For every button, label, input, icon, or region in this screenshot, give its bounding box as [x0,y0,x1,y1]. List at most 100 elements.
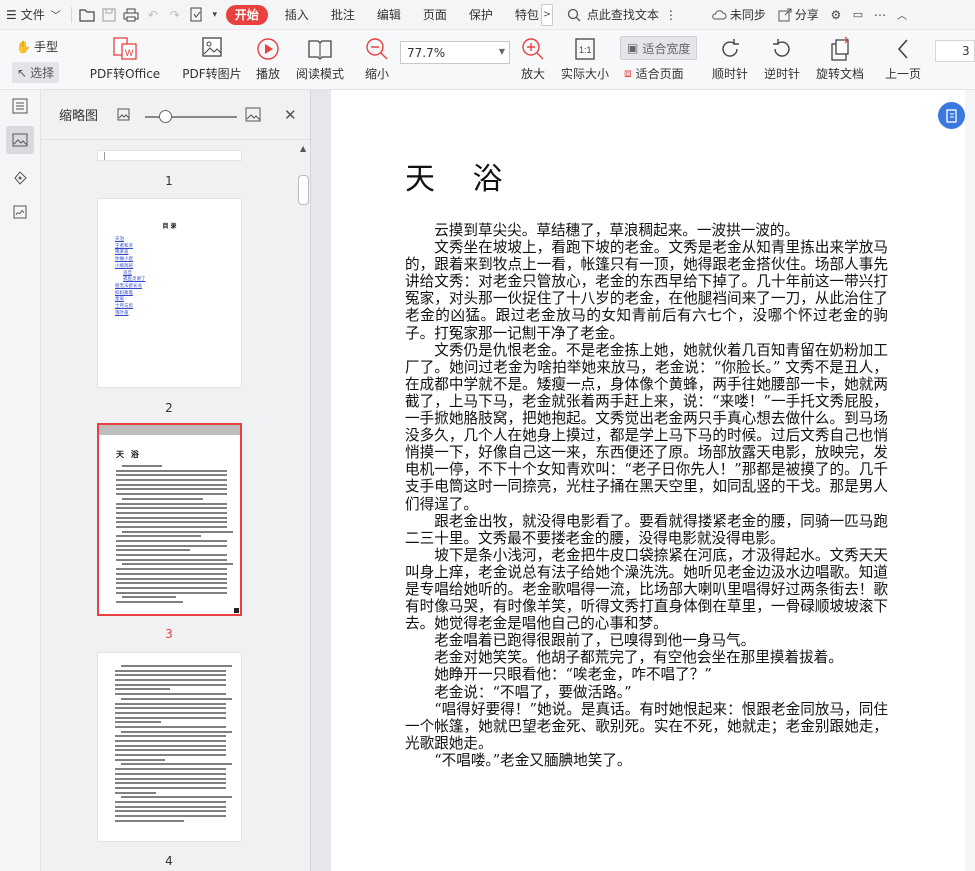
page-number-input[interactable]: 3 [935,40,975,62]
thumb-text-line [115,810,226,813]
gear-icon[interactable]: ⚙ [825,4,847,26]
dropdown-toggle[interactable]: ▾ [208,4,222,26]
zoom-level-select[interactable]: 77.7% ▼ [400,41,510,64]
page-body: 云摸到草尖尖。草结穗了，草浪稠起来。一波拱一波的。 文秀坐在坡坡上，看跑下坡的老… [405,222,888,769]
hand-tool[interactable]: ✋ 手型 [16,38,58,55]
more-tabs-button[interactable]: > [540,3,553,26]
thumb-text-line [116,474,227,477]
thumb-text-line [115,791,156,794]
thumb-text-line [116,516,227,519]
tab-edit[interactable]: 编辑 [366,0,412,30]
thumb-text-line [122,563,233,566]
actual-size-button[interactable]: 1:1 实际大小 [560,36,610,82]
thumbnail-panel-header: 缩略图 ✕ [41,90,310,140]
thumb-text-line [121,697,232,700]
slider-handle[interactable] [159,110,172,123]
outline-icon[interactable] [6,92,34,120]
read-mode-button[interactable]: 阅读模式 [294,36,346,82]
fit-page-button[interactable]: ⧈ 适合页面 [624,65,684,82]
thumb-text-line [116,586,227,589]
side-icon-strip [0,90,41,871]
cursor-arrow-icon: ↖ [17,65,28,80]
paragraph: “不唱喽。”老金又腼腆地笑了。 [434,751,632,769]
minimize-window-icon[interactable]: ▭ [847,4,869,26]
rotate-clockwise-label: 顺时针 [711,67,748,81]
chevron-down-icon: ﹀ [50,11,61,22]
signature-icon[interactable] [6,198,34,226]
thumb-text-line [116,600,183,603]
save-icon[interactable] [98,4,120,26]
thumbnail-view-icon[interactable] [6,126,34,154]
thumb-text-line [115,754,226,757]
rotate-counterclockwise-label: 逆时针 [763,67,800,81]
print-icon[interactable] [120,4,142,26]
redo-icon[interactable]: ↷ [164,4,186,26]
paragraph: 坡下是条小浅河，老金把牛皮口袋捺紧在河底，才汲得起水。文秀天天叫身上痒，老金说总… [405,546,888,633]
document-view[interactable]: 天 浴 云摸到草尖尖。草结穗了，草浪稠起来。一波拱一波的。 文秀坐在坡坡上，看跑… [310,90,975,871]
rotate-counterclockwise-button[interactable]: 逆时针 [763,36,801,82]
search-box-label: 点此查找文本 [586,8,659,22]
toc-entry: 小瓶戏班 [115,263,133,269]
thumbnail-page-3[interactable]: 天 浴 [97,423,242,616]
tab-protect[interactable]: 保护 [458,0,504,30]
pdf-to-image-button[interactable]: PDF转图片 [182,36,242,82]
undo-icon[interactable]: ↶ [142,4,164,26]
rotate-counterclockwise-icon [770,36,794,62]
ribbon-toolbar: ✋ 手型 ↖ 选择 W PDF转Office PDF转图片 播放 阅读模式 缩小… [0,30,975,90]
tab-home[interactable]: 开始 [225,4,268,25]
pdf-to-office-button[interactable]: W PDF转Office [88,36,162,82]
collapse-ribbon-icon[interactable]: ︿ [891,4,913,26]
rotate-clockwise-button[interactable]: 顺时针 [711,36,749,82]
thumb-text-line [115,721,161,724]
bookmark-tag-icon[interactable] [6,164,34,192]
share-button[interactable]: 分享 [772,0,825,30]
floating-convert-button[interactable] [938,102,965,129]
thumb-text-line [116,577,227,580]
rotate-document-button[interactable]: 旋转文档 [814,36,866,82]
toc-entry: 极无法欲长龙 [115,283,142,289]
thumbnail-scrollbar[interactable]: ▲ [297,140,310,871]
thumb-text-line [115,702,226,705]
play-button[interactable]: 播放 [254,36,282,82]
right-edge-panel [965,90,975,871]
paragraph: 老金说：“不唱了，要做活路。” [434,683,632,701]
rotate-document-icon [827,36,853,62]
search-box[interactable]: 点此查找文本 ⋮ [561,0,683,30]
thumb-text-line [115,805,226,808]
thumbnail-page-4[interactable] [97,652,242,842]
previous-page-button[interactable]: 上一页 [883,36,923,82]
fit-page-label: 适合页面 [635,67,684,81]
more-horizontal-icon[interactable]: ⋯ [869,4,891,26]
convert-icon[interactable] [186,4,208,26]
more-vertical-icon[interactable]: ⋮ [665,8,677,22]
open-folder-icon[interactable] [76,4,98,26]
thumbnail-page-2[interactable]: 目 录 天浴 王者和贪 两茅盖 你做小瓷 小瓶戏班 追旦 孤鱼灵谢了 极无法欲长龙 奴妈素着 星泉… [97,198,242,388]
toc-entry: 士月与剪 [115,304,133,310]
tab-special[interactable]: 特包 [504,0,541,30]
scroll-up-icon[interactable]: ▲ [300,144,306,153]
thumb-text-line [121,665,232,667]
thumb-text-line [115,777,226,780]
thumb-text-line [115,674,226,677]
thumb-text-line [116,502,227,505]
book-icon [307,36,333,62]
tab-insert[interactable]: 插入 [274,0,320,30]
thumb-title: 天 浴 [116,449,141,459]
thumb-text-line [115,693,226,696]
tab-comment[interactable]: 批注 [320,0,366,30]
tab-page[interactable]: 页面 [412,0,458,30]
thumb-text-line [116,493,227,496]
toc-entry: 孤鱼灵谢了 [123,277,146,283]
paragraph: 老金对她笑笑。他胡子都荒完了，有空他会坐在那里摸着拔着。 [434,649,843,667]
file-menu[interactable]: ☰ 文件 ﹀ [0,0,67,30]
scrollbar-thumb[interactable] [298,175,309,205]
zoom-in-label: 放大 [520,67,545,81]
select-tool[interactable]: ↖ 选择 [12,62,60,83]
zoom-in-button[interactable]: 放大 [520,36,546,82]
select-tool-label: 选择 [30,66,55,80]
close-icon[interactable]: ✕ [284,106,297,124]
zoom-out-button[interactable]: 缩小 [364,36,390,82]
fit-width-button[interactable]: ▣ 适合宽度 [620,36,698,60]
thumbnail-page-1[interactable] [97,150,242,161]
sync-status[interactable]: 未同步 [705,0,772,30]
